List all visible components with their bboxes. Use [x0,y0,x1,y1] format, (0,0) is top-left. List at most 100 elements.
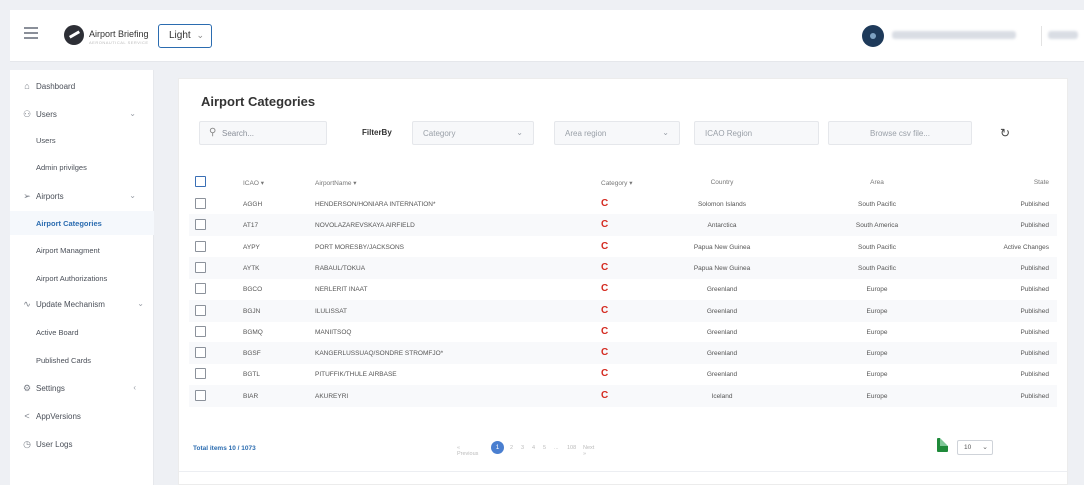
csv-export-icon[interactable] [937,438,948,452]
table-row[interactable]: BGMQ MANIITSOQ C Greenland Europe Published [189,321,1057,343]
send-icon: ➢ [23,191,31,201]
sidebar-item-update-mechanism[interactable]: ∿ Update Mechanism ⌄ [10,292,154,316]
sidebar-subitem-label: Admin privilges [36,163,87,172]
hamburger-menu-icon[interactable] [24,27,38,39]
row-checkbox[interactable] [195,219,206,231]
area-region-select[interactable]: Area region ⌄ [554,121,680,145]
search-icon: ⚲ [209,127,217,138]
cell-category: C [601,368,609,380]
sidebar-item-users[interactable]: ⚇ Users ⌄ [10,102,154,126]
row-checkbox[interactable] [195,347,206,359]
row-checkbox[interactable] [195,261,206,273]
cell-icao: BGMQ [243,328,263,336]
table-row[interactable]: BGSF KANGERLUSSUAQ/SONDRE STROMFJO* C Green… [189,342,1057,365]
cell-country: Solomon Islands [697,201,747,208]
row-checkbox[interactable] [195,198,206,209]
cell-area: South Pacific [858,243,896,251]
sidebar-item-label: Settings [36,384,65,393]
icao-region-input[interactable]: ICAO Region [694,121,819,145]
sidebar-subitem-airport-managment[interactable]: Airport Managment [10,238,154,262]
page-link-current[interactable]: 1 [491,441,504,454]
select-all-checkbox[interactable] [195,176,206,187]
sidebar-item-settings[interactable]: ⚙ Settings ‹ [10,376,154,400]
user-email-blurred [892,31,1016,39]
sidebar-subitem-active-board[interactable]: Active Board [10,320,154,344]
cell-state: Active Changes [1003,243,1049,251]
cell-state: Published [1020,264,1049,272]
column-header-airport-name[interactable]: AirportName ▾ [315,179,357,187]
clock-icon: ◷ [23,439,31,449]
sidebar-subitem-published-cards[interactable]: Published Cards [10,348,154,372]
sidebar-item-airports[interactable]: ➢ Airports ⌄ [10,184,154,208]
cell-category: C [601,389,609,401]
category-select[interactable]: Category ⌄ [412,121,534,145]
search-input[interactable]: ⚲ Search... [199,121,327,145]
sidebar-item-user-logs[interactable]: ◷ User Logs [10,432,154,456]
cell-state: Published [1020,328,1049,336]
cell-airport-name: KANGERLUSSUAQ/SONDRE STROMFJO* [315,350,444,358]
column-header-category[interactable]: Category ▾ [601,179,632,187]
page-size-select[interactable]: 10 ⌄ [957,440,993,455]
page-title: Airport Categories [201,94,316,109]
sidebar-item-label: User Logs [36,440,73,449]
row-checkbox[interactable] [195,240,206,252]
chevron-down-icon: ⌄ [982,444,988,451]
column-header-country: Country [710,179,734,186]
cell-category: C [601,240,609,252]
table-row[interactable]: BGCO NERLERIT INAAT C Greenland Europe Publis… [189,278,1057,300]
page-size-value: 10 [964,444,972,451]
sidebar-subitem-airport-categories[interactable]: Airport Categories [10,211,154,235]
cell-category: C [601,219,609,231]
cell-area: South Pacific [858,201,896,208]
sidebar-subitem-admin-privileges[interactable]: Admin privilges [10,155,154,179]
sidebar: ⌂ Dashboard ⚇ Users ⌄ Users Admin privil… [10,70,154,485]
total-items: Total items 10 / 1073 [193,445,256,452]
sidebar-subitem-airport-authorizations[interactable]: Airport Authorizations [10,266,154,290]
category-select-placeholder: Category [423,129,456,138]
page-link[interactable]: 108 [567,445,576,451]
cell-area: South Pacific [858,264,896,272]
page-link[interactable]: 4 [532,445,535,451]
table-row[interactable]: BGJN ILULISSAT C Greenland Europe Published [189,299,1057,322]
page-link[interactable]: 3 [521,445,524,451]
table-row[interactable]: BIAR AKUREYRI C Iceland Europe Published [189,384,1057,407]
page-link[interactable]: 2 [510,445,513,451]
browse-csv-input[interactable]: Browse csv file... [828,121,972,145]
next-page-link[interactable]: Next » [583,445,594,457]
row-checkbox[interactable] [195,325,206,337]
sidebar-item-dashboard[interactable]: ⌂ Dashboard [10,74,154,98]
theme-select[interactable]: Light ⌄ [158,24,212,48]
cell-country: Greenland [706,371,738,379]
table-row[interactable]: AYTK RABAUL/TOKUA C Papua New Guinea South P… [189,256,1057,279]
row-checkbox[interactable] [195,368,206,380]
table-row[interactable]: AGGH HENDERSON/HONIARA INTERNATION* C Solom… [189,193,1057,215]
user-avatar[interactable] [862,25,884,47]
page-ellipsis: ... [554,445,559,451]
table-row[interactable]: AYPY PORT MORESBY/JACKSONS C Papua New Guin… [189,236,1057,258]
sidebar-item-appversions[interactable]: < AppVersions [10,404,154,428]
cell-state: Published [1020,307,1049,315]
row-checkbox[interactable] [195,304,206,316]
cell-category: C [601,198,609,209]
sidebar-subitem-label: Airport Managment [36,246,100,255]
sidebar-item-label: Dashboard [36,82,76,91]
cell-icao: AYPY [243,243,260,251]
row-checkbox[interactable] [195,283,206,295]
chevron-down-icon: ⌄ [129,109,136,118]
share-icon: < [24,411,30,421]
table-row[interactable]: AT17 NOVOLAZAREVSKAYA AIRFIELD C Antarctica… [189,214,1057,237]
column-header-icao[interactable]: ICAO ▾ [243,179,264,187]
user-name-blurred[interactable] [1048,31,1078,39]
sort-icon: ▾ [353,180,357,187]
cell-state: Published [1020,286,1049,294]
previous-page-link[interactable]: « Previous [457,445,478,457]
sidebar-subitem-users[interactable]: Users [10,128,154,152]
chevron-down-icon: ⌄ [129,191,136,200]
refresh-icon[interactable]: ↻ [1000,126,1010,140]
header-label: Category [601,180,628,187]
row-checkbox[interactable] [195,389,206,401]
cell-airport-name: RABAUL/TOKUA [315,264,366,272]
table-row[interactable]: BGTL PITUFFIK/THULE AIRBASE C Greenland Euro… [189,363,1057,385]
page-link[interactable]: 5 [543,445,546,451]
cell-icao: BGJN [243,307,261,315]
